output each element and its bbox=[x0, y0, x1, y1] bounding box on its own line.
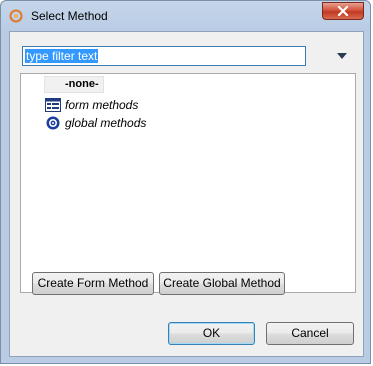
title-bar[interactable]: Select Method bbox=[1, 1, 370, 31]
create-global-method-button[interactable]: Create Global Method bbox=[159, 272, 285, 295]
dialog-title: Select Method bbox=[31, 9, 108, 23]
app-icon bbox=[9, 9, 23, 23]
create-form-method-button[interactable]: Create Form Method bbox=[32, 272, 154, 295]
dialog-body: type filter text -none- form methods glo… bbox=[9, 31, 364, 357]
tree-item-none-label: -none- bbox=[65, 78, 99, 90]
filter-input-text: type filter text bbox=[25, 49, 99, 63]
method-tree[interactable]: -none- form methods global methods bbox=[20, 73, 356, 293]
tree-item-label: global methods bbox=[65, 116, 147, 130]
tree-item-none[interactable]: -none- bbox=[44, 76, 104, 93]
tree-item-global-methods[interactable]: global methods bbox=[45, 114, 146, 132]
tree-item-label: form methods bbox=[65, 98, 139, 112]
dropdown-arrow-icon[interactable] bbox=[336, 52, 348, 60]
ok-button[interactable]: OK bbox=[168, 322, 255, 345]
form-icon bbox=[45, 97, 61, 113]
dialog-window: Select Method type filter text -none- fo… bbox=[0, 0, 371, 364]
close-button[interactable] bbox=[322, 2, 364, 20]
cancel-button[interactable]: Cancel bbox=[266, 322, 354, 345]
tree-item-form-methods[interactable]: form methods bbox=[45, 96, 138, 114]
global-icon bbox=[45, 115, 61, 131]
filter-input[interactable]: type filter text bbox=[22, 46, 306, 66]
close-icon bbox=[337, 6, 349, 16]
